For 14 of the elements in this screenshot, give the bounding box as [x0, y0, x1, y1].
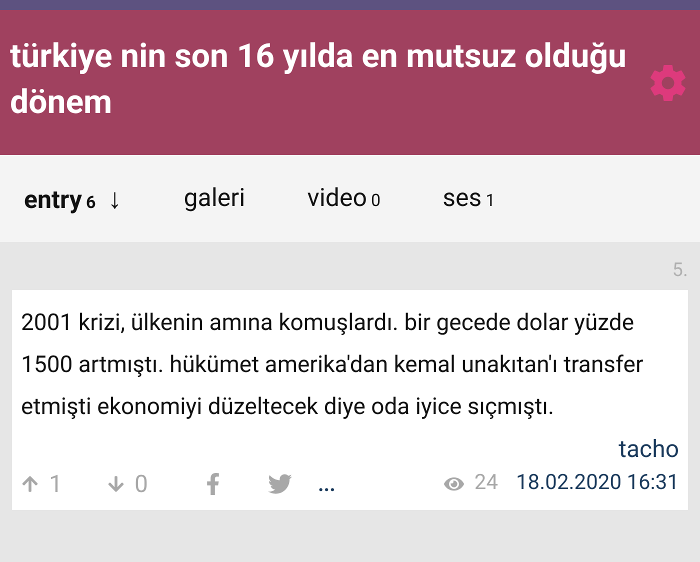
entry-text: 2001 krizi, ülkenin amına komuşlardı. bir gecede dolar yüzde 1500 artmıştı. hükümet amerika'dan kemal unakıtan'ı transfer etmişti ekonomiyi düzeltecek diye oda iyice sıçmıştı.: [21, 308, 644, 422]
up-arrow-icon: [21, 475, 39, 493]
down-arrow-icon: [106, 475, 124, 493]
settings-icon[interactable]: [648, 62, 688, 102]
twitter-icon[interactable]: [268, 472, 292, 496]
author-link[interactable]: tacho: [618, 434, 679, 464]
view-count: 24: [474, 470, 498, 498]
tab[interactable]: video 0: [307, 180, 381, 218]
entry-date: 18.02.2020 16:31: [516, 470, 679, 498]
tab[interactable]: ses 1: [442, 180, 496, 218]
topic-title: türkiye nin son 16 yılda en mutsuz olduğu dönem: [10, 36, 628, 124]
tab[interactable]: entry 6 ↓: [24, 178, 122, 220]
more-button[interactable]: ...: [318, 469, 336, 499]
tab[interactable]: galeri: [184, 180, 246, 218]
